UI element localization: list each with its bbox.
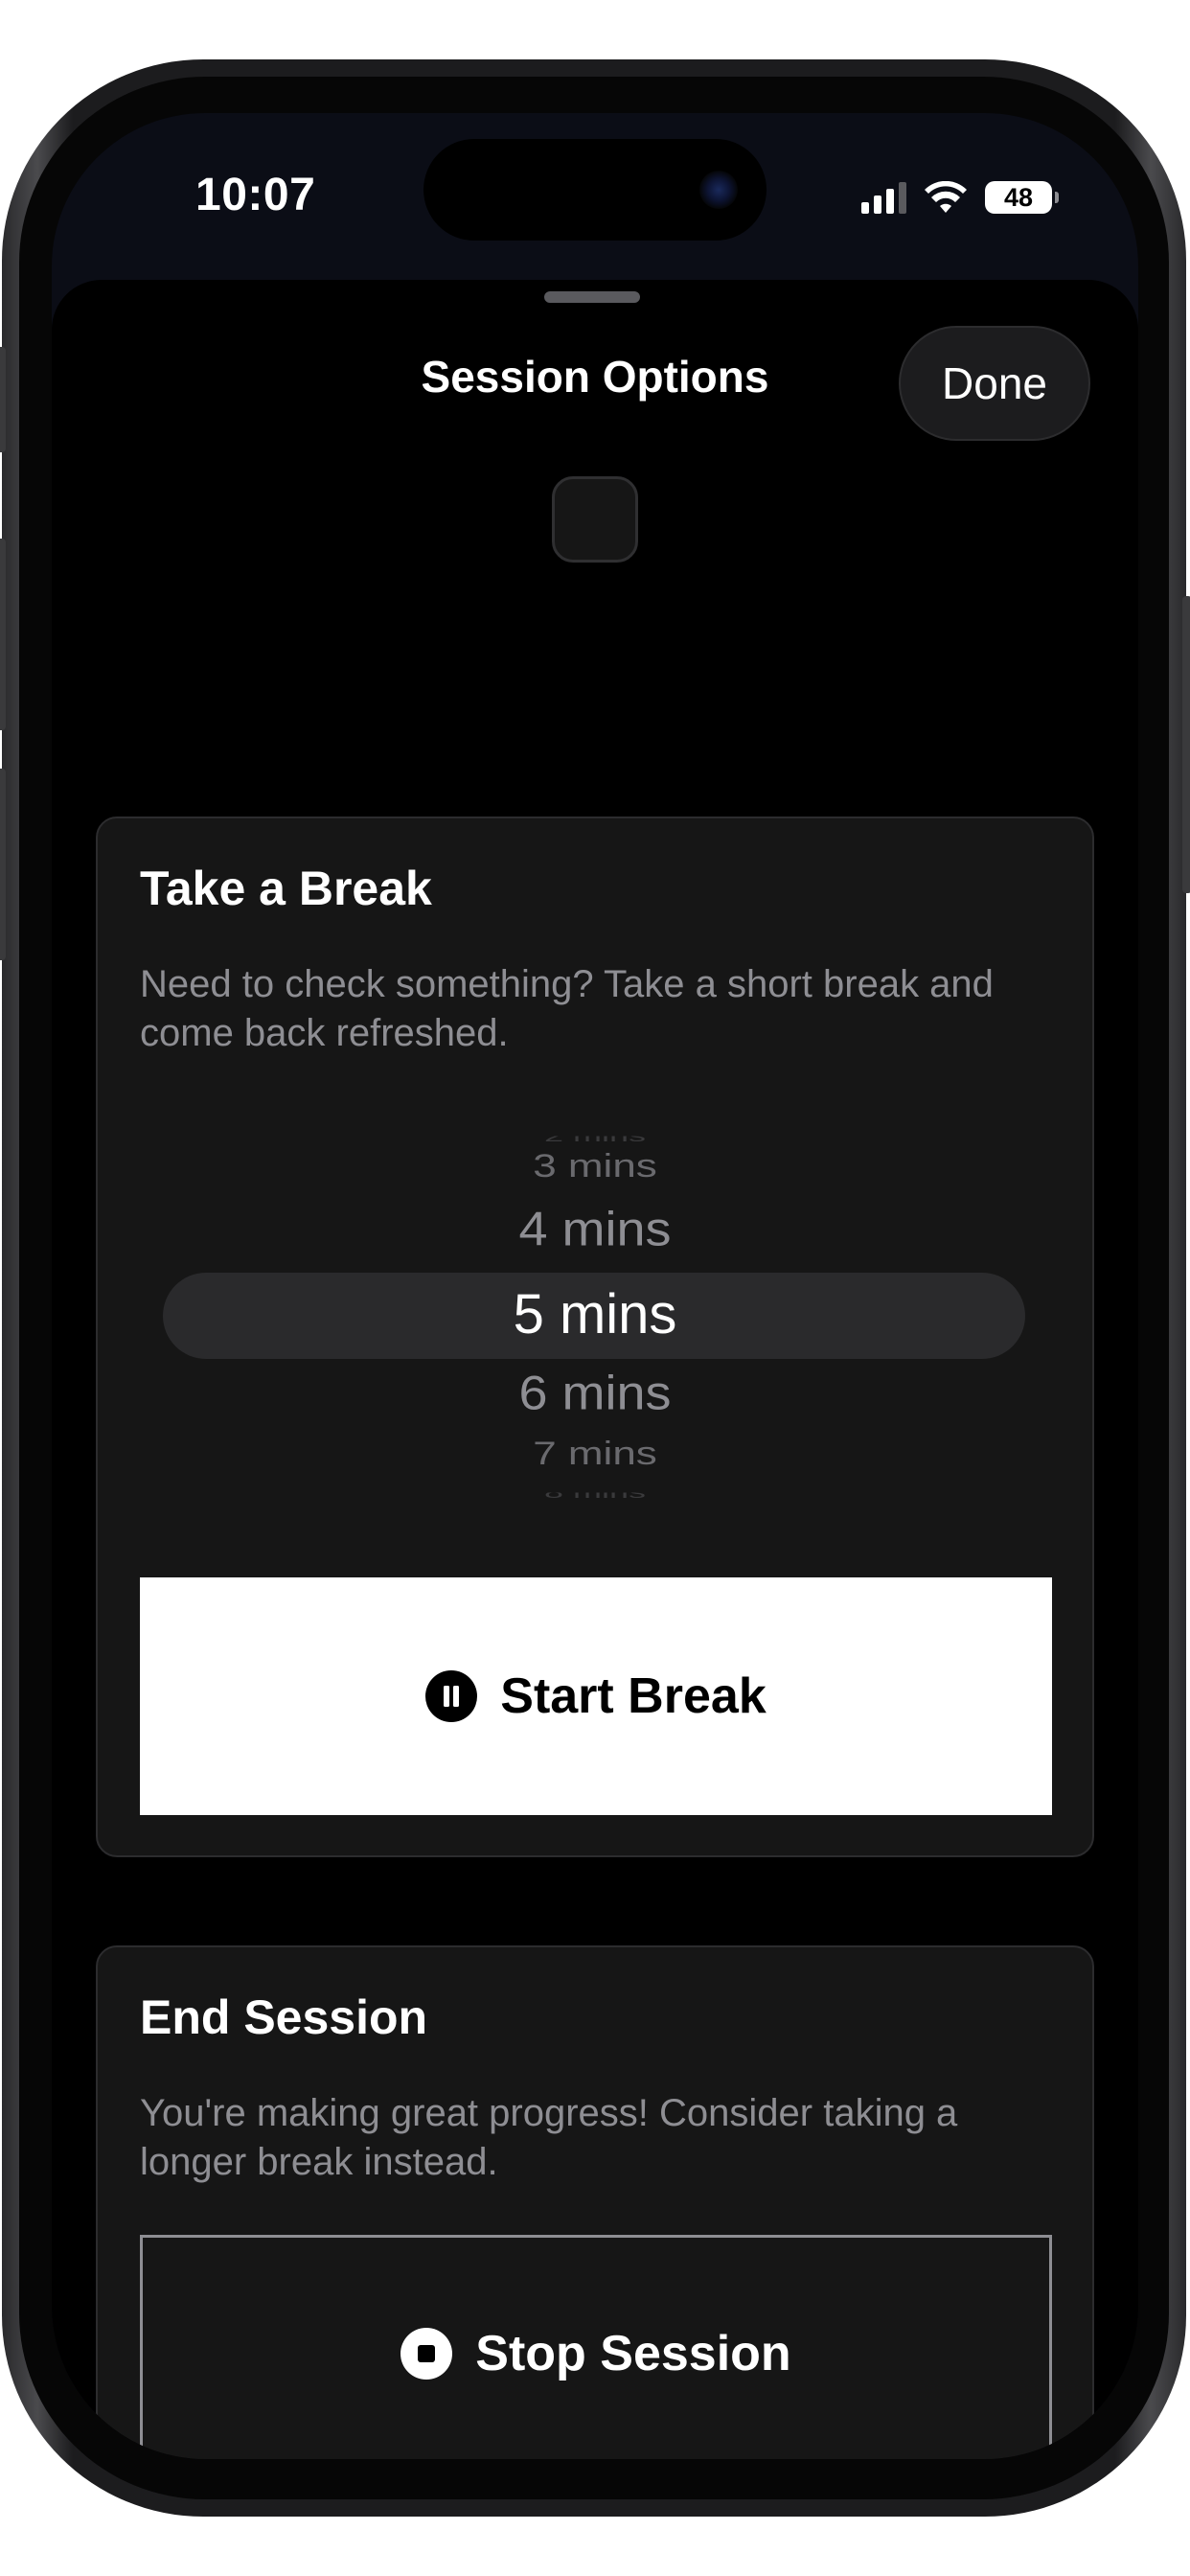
cellular-signal-icon (861, 181, 906, 214)
break-duration-picker[interactable]: 2 mins 3 mins 4 mins 5 mins 6 mins 7 min… (98, 1131, 1092, 1506)
picker-option[interactable]: 8 mins (98, 1493, 1092, 1502)
card-description: You're making great progress! Consider t… (140, 2092, 958, 2183)
card-title: End Session (140, 1990, 428, 2044)
side-button (0, 539, 6, 730)
end-session-card: End Session You're making great progress… (96, 1945, 1094, 2459)
screen: 10:07 48 Session Options Done Take a Bre… (52, 113, 1138, 2459)
battery-level: 48 (1003, 182, 1034, 212)
session-options-sheet: Session Options Done Take a Break Need t… (52, 280, 1138, 2459)
picker-option[interactable]: 7 mins (98, 1436, 1092, 1473)
status-icons: 48 (861, 176, 1059, 218)
picker-option[interactable]: 6 mins (98, 1366, 1092, 1421)
picker-option[interactable]: 4 mins (98, 1202, 1092, 1257)
dynamic-island (423, 139, 767, 241)
stop-session-button[interactable]: Stop Session (140, 2235, 1052, 2459)
battery-icon: 48 (985, 181, 1059, 214)
card-title: Take a Break (140, 862, 432, 915)
status-bar: 10:07 48 (52, 113, 1138, 276)
wifi-icon (925, 181, 967, 213)
picker-option[interactable]: 3 mins (98, 1148, 1092, 1185)
card-description: Need to check something? Take a short br… (140, 963, 994, 1054)
start-break-label: Start Break (500, 1668, 767, 1724)
app-icon (552, 476, 638, 563)
picker-option[interactable]: 2 mins (98, 1137, 1092, 1145)
front-camera-icon (699, 171, 738, 209)
picker-option-selected[interactable]: 5 mins (98, 1282, 1092, 1346)
side-button (0, 769, 6, 960)
side-button (0, 347, 6, 452)
done-button[interactable]: Done (899, 326, 1090, 441)
status-time: 10:07 (195, 170, 316, 220)
start-break-button[interactable]: Start Break (140, 1577, 1052, 1815)
sheet-grabber[interactable] (544, 291, 640, 303)
side-button (1182, 596, 1190, 893)
stop-session-label: Stop Session (475, 2326, 791, 2381)
stop-circle-icon (400, 2328, 453, 2380)
take-a-break-card: Take a Break Need to check something? Ta… (96, 816, 1094, 1857)
pause-circle-icon (425, 1670, 478, 1722)
